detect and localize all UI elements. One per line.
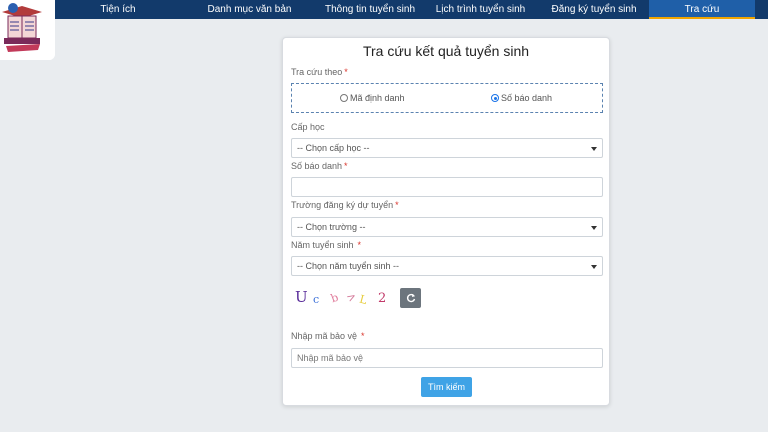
nav-item-dang-ky-tuyen-sinh[interactable]: Đăng ký tuyển sinh <box>539 0 649 19</box>
captcha-char: > <box>344 289 358 305</box>
lookup-form-card: Tra cứu kết quả tuyển sinh Tra cứu theo *… <box>282 37 610 406</box>
refresh-icon <box>406 293 415 303</box>
radio-so-bao-danh[interactable]: Số báo danh <box>491 93 552 103</box>
level-label: Cấp học <box>291 122 325 132</box>
required-mark: * <box>357 240 362 250</box>
captcha-char: L <box>358 293 369 308</box>
radio-label-ma-dinh-danh: Mã định danh <box>350 93 405 103</box>
refresh-captcha-button[interactable] <box>400 288 421 308</box>
captcha-char: c <box>313 293 319 306</box>
school-select[interactable]: -- Chọn trường -- <box>291 217 603 237</box>
top-navigation: Tiện ích Danh mục văn bản Thông tin tuyể… <box>55 0 768 19</box>
captcha-char: b <box>329 291 340 306</box>
radio-label-so-bao-danh: Số báo danh <box>501 93 553 103</box>
required-mark: * <box>344 67 348 77</box>
candidate-no-label: Số báo danh * <box>291 161 348 171</box>
radio-checked-icon[interactable] <box>491 94 499 102</box>
level-select[interactable]: -- Chọn cấp học -- <box>291 138 603 158</box>
year-select[interactable]: -- Chọn năm tuyển sinh -- <box>291 256 603 276</box>
lookup-by-label: Tra cứu theo * <box>291 67 348 77</box>
required-mark: * <box>395 200 399 210</box>
candidate-no-input[interactable] <box>291 177 603 197</box>
security-code-label: Nhập mã bảo vệ * <box>291 331 365 341</box>
year-label: Năm tuyển sinh * <box>291 240 362 250</box>
captcha-char: U <box>295 288 308 306</box>
required-mark: * <box>361 331 365 341</box>
nav-item-tra-cuu[interactable]: Tra cứu <box>649 0 755 19</box>
nav-item-lich-trinh-tuyen-sinh[interactable]: Lịch trình tuyển sinh <box>422 0 539 19</box>
radio-unchecked-icon[interactable] <box>340 94 348 102</box>
required-mark: * <box>344 161 348 171</box>
captcha-char: 2 <box>378 291 386 306</box>
school-label: Trường đăng ký dự tuyển * <box>291 200 399 210</box>
captcha-image: U c b > L 2 <box>293 286 393 308</box>
nav-item-danh-muc-van-ban[interactable]: Danh mục văn bản <box>181 0 318 19</box>
nav-item-thong-tin-tuyen-sinh[interactable]: Thông tin tuyển sinh <box>318 0 422 19</box>
lookup-type-radio-group: Mã định danh Số báo danh <box>291 83 603 113</box>
school-logo[interactable] <box>0 0 55 60</box>
radio-ma-dinh-danh[interactable]: Mã định danh <box>340 93 405 103</box>
security-code-input[interactable]: Nhập mã bảo vệ <box>291 348 603 368</box>
search-button[interactable]: Tìm kiếm <box>421 377 472 397</box>
nav-item-tien-ich[interactable]: Tiện ích <box>55 0 181 19</box>
form-title: Tra cứu kết quả tuyển sinh <box>362 43 530 59</box>
